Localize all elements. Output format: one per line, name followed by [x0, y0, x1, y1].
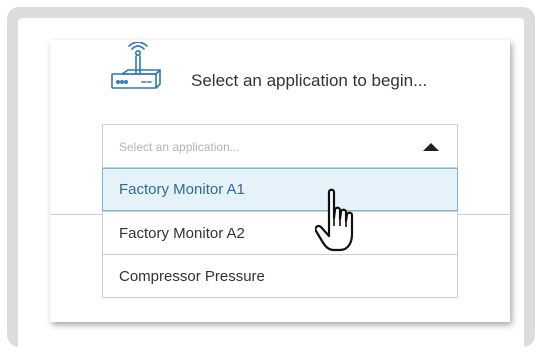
option-factory-monitor-a1[interactable]: Factory Monitor A1	[102, 168, 458, 211]
caret-up-icon[interactable]	[423, 143, 439, 151]
option-factory-monitor-a2[interactable]: Factory Monitor A2	[103, 211, 457, 254]
application-select[interactable]: Select an application...	[102, 124, 458, 168]
header-prompt: Select an application to begin...	[191, 71, 428, 90]
option-compressor-pressure[interactable]: Compressor Pressure	[103, 254, 457, 297]
select-placeholder: Select an application...	[119, 140, 240, 154]
router-icon	[111, 42, 161, 89]
application-panel: Select an application to begin... Select…	[50, 40, 510, 322]
application-options-list: Factory Monitor A1 Factory Monitor A2 Co…	[102, 168, 458, 298]
hand-pointer-icon	[315, 188, 354, 252]
